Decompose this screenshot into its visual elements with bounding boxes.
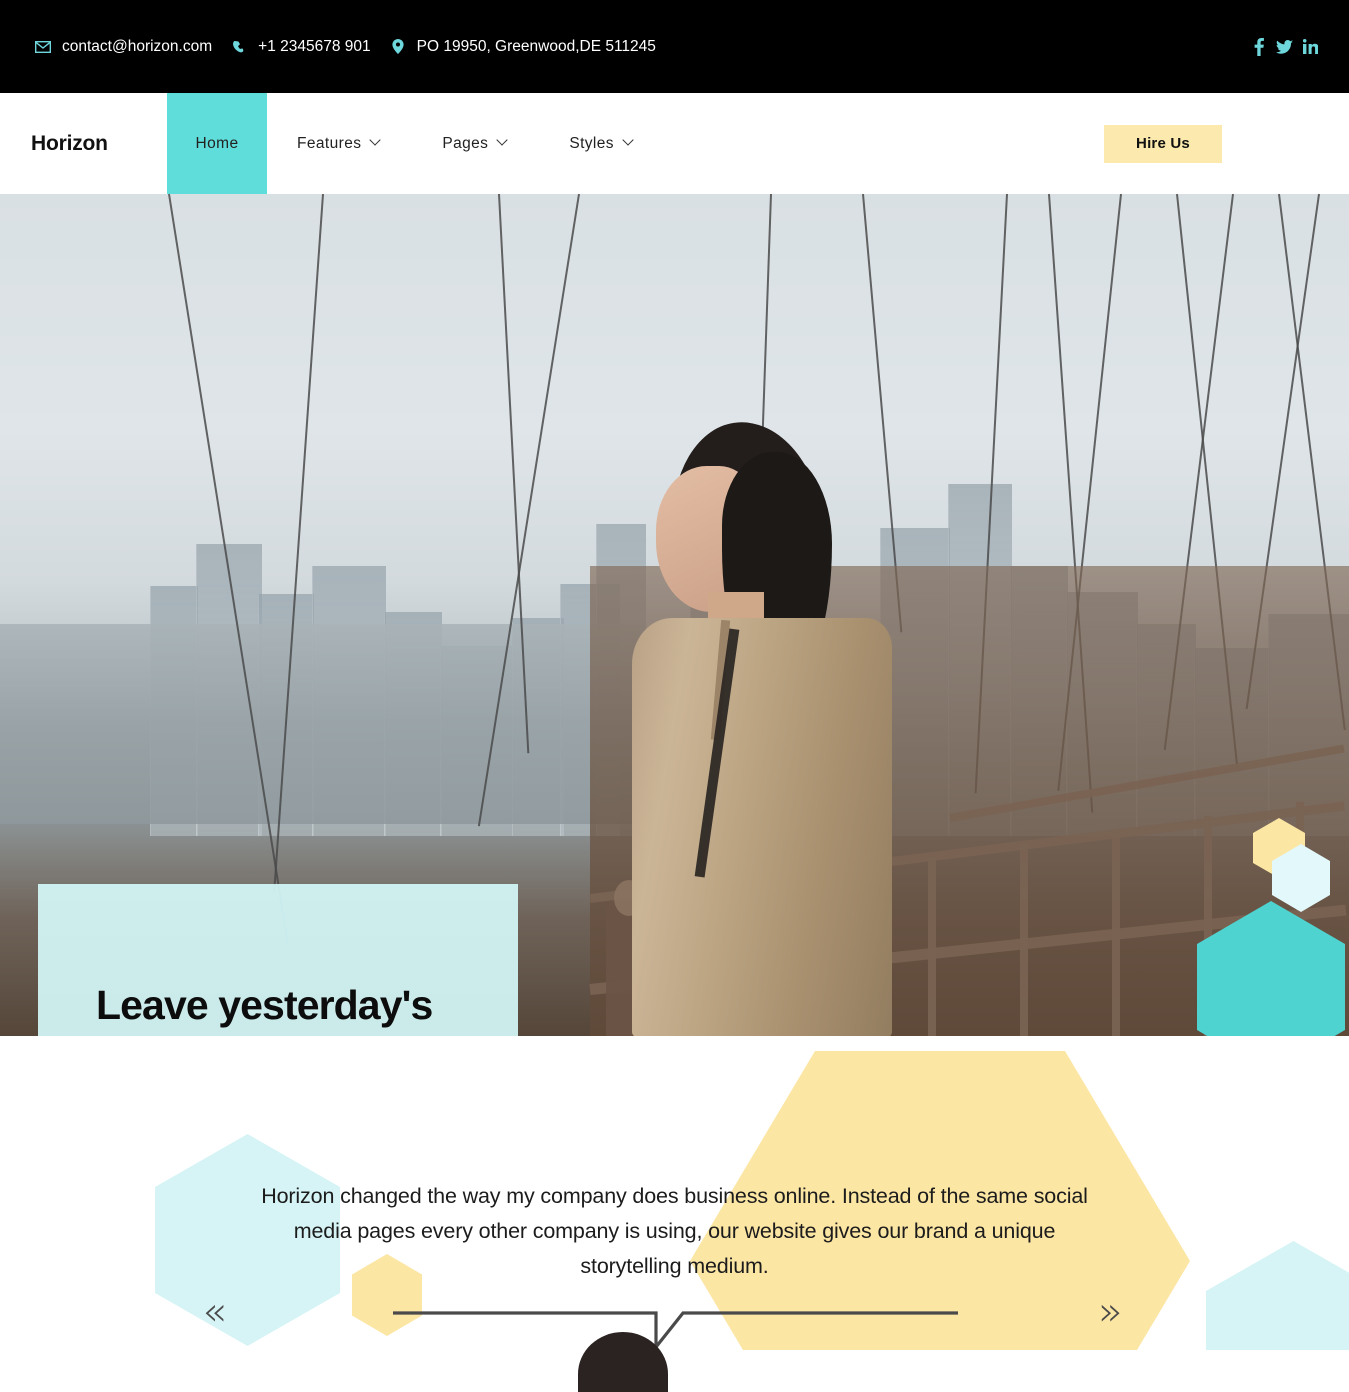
nav-item-pages[interactable]: Pages bbox=[412, 93, 539, 194]
envelope-icon bbox=[30, 37, 56, 57]
chevron-down-icon bbox=[371, 136, 382, 147]
hero-content-card: Leave yesterday's internet behind. Build… bbox=[38, 884, 518, 1036]
linkedin-icon[interactable] bbox=[1302, 37, 1319, 57]
person-photo-subject bbox=[612, 416, 972, 1036]
contact-phone-text: +1 2345678 901 bbox=[258, 37, 371, 55]
bridge-post bbox=[1112, 830, 1120, 1036]
contact-address[interactable]: PO 19950, Greenwood,DE 511245 bbox=[385, 37, 670, 57]
testimonial-quote: Horizon changed the way my company does … bbox=[261, 1184, 1088, 1278]
nav-item-home[interactable]: Home bbox=[167, 93, 267, 194]
top-contact-bar: contact@horizon.com +1 2345678 901 PO 19… bbox=[0, 0, 1349, 93]
main-navigation: Horizon Home Features Pages Styles Hire … bbox=[0, 93, 1349, 194]
chevron-down-icon bbox=[624, 136, 635, 147]
nav-item-pages-label: Pages bbox=[442, 134, 489, 152]
twitter-icon[interactable] bbox=[1276, 37, 1293, 57]
speech-bubble-tail bbox=[393, 1311, 958, 1350]
social-links bbox=[1250, 37, 1319, 57]
testimonial-next-button[interactable]: » bbox=[1098, 1292, 1122, 1332]
testimonial-prev-button[interactable]: « bbox=[202, 1292, 226, 1332]
contact-phone[interactable]: +1 2345678 901 bbox=[226, 37, 385, 57]
nav-item-features-label: Features bbox=[297, 134, 362, 152]
chevron-down-icon bbox=[498, 136, 509, 147]
hero-section: Leave yesterday's internet behind. Build… bbox=[0, 194, 1349, 1036]
contact-email-text: contact@horizon.com bbox=[62, 37, 213, 55]
testimonial-section: Horizon changed the way my company does … bbox=[0, 1036, 1349, 1350]
hire-us-button[interactable]: Hire Us bbox=[1104, 124, 1222, 163]
hexagon-decor-cyan-right bbox=[1206, 1241, 1349, 1350]
nav-item-styles[interactable]: Styles bbox=[539, 93, 665, 194]
brand-logo[interactable]: Horizon bbox=[0, 93, 167, 194]
nav-item-home-label: Home bbox=[195, 134, 239, 152]
location-pin-icon bbox=[385, 37, 411, 57]
nav-items: Home Features Pages Styles bbox=[167, 93, 665, 194]
bridge-post bbox=[1020, 844, 1028, 1036]
hero-heading-line1: Leave yesterday's bbox=[96, 982, 433, 1028]
trench-coat bbox=[632, 618, 892, 1036]
nav-item-features[interactable]: Features bbox=[267, 93, 412, 194]
facebook-icon[interactable] bbox=[1250, 37, 1267, 57]
nav-item-styles-label: Styles bbox=[569, 134, 614, 152]
contact-address-text: PO 19950, Greenwood,DE 511245 bbox=[416, 37, 656, 55]
hero-heading: Leave yesterday's internet behind. bbox=[96, 980, 458, 1036]
contact-group: contact@horizon.com +1 2345678 901 PO 19… bbox=[30, 37, 670, 57]
phone-icon bbox=[226, 37, 252, 57]
contact-email[interactable]: contact@horizon.com bbox=[30, 37, 226, 57]
river-water bbox=[0, 624, 640, 824]
